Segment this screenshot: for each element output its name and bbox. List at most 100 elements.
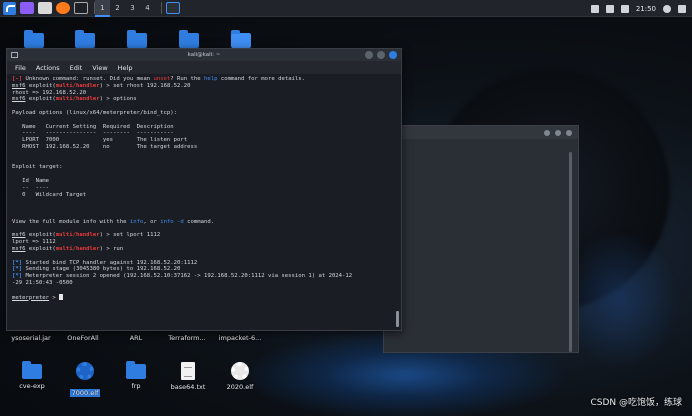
gear-icon — [231, 362, 249, 380]
workspace-4[interactable]: 4 — [140, 0, 155, 17]
info-tag: [*] — [12, 266, 23, 273]
prompt-msf: msf6 — [12, 82, 26, 89]
desktop-icon-arl[interactable]: ARL — [111, 331, 161, 342]
prompt-msf: msf6 — [12, 96, 26, 103]
desktop-icon-terraform[interactable]: Terraform... — [162, 331, 212, 342]
system-tray: 21:50 — [590, 0, 692, 17]
minimize-icon[interactable] — [544, 129, 550, 136]
firefox-icon[interactable] — [56, 2, 70, 14]
desktop-icon-base64-txt[interactable]: base64.txt — [163, 362, 213, 391]
clock[interactable]: 21:50 — [636, 5, 656, 13]
terminal-text: 0 Wildcard Target — [12, 191, 87, 198]
terminal-text: exploit( — [25, 232, 56, 239]
terminal-text: ---- --------------- -------- ----------… — [12, 130, 174, 137]
terminal-title: kali@kali: ~ — [187, 52, 221, 58]
window-controls — [365, 51, 397, 59]
desktop-icon-impacket[interactable]: impacket-6... — [215, 331, 265, 342]
desktop-icon-label: impacket-6... — [218, 334, 262, 342]
terminal-text: Started bind TCP handler against 192.168… — [22, 259, 198, 266]
prompt-module: multi/handler — [55, 82, 100, 89]
close-icon[interactable] — [566, 129, 572, 136]
terminal-launcher-icon[interactable] — [74, 2, 88, 14]
desktop-icon-folder-1[interactable] — [9, 30, 59, 48]
desktop-icon-7000-elf[interactable]: 7000.elf — [60, 362, 110, 399]
terminal-text: exploit( — [25, 96, 56, 103]
error-tag: [-] — [12, 76, 23, 82]
terminal-text: LPORT 7000 yes The listen port — [12, 137, 188, 144]
desktop-icon-label: OneForAll — [67, 334, 99, 342]
notification-icon[interactable] — [590, 4, 599, 13]
kali-menu-icon[interactable] — [3, 1, 16, 15]
terminal-text: rhost => 192.168.52.20 — [12, 89, 87, 96]
folder-icon — [126, 361, 146, 379]
locked-folder-icon — [179, 30, 199, 48]
background-window[interactable] — [383, 125, 579, 353]
text-file-icon — [181, 362, 195, 380]
terminal-text: Sending stage (3045380 bytes) to 192.168… — [22, 266, 181, 273]
terminal-window[interactable]: kali@kali: ~ File Actions Edit View Help… — [6, 48, 402, 331]
terminal-titlebar[interactable]: kali@kali: ~ — [7, 49, 401, 61]
terminal-text: exploit( — [25, 82, 56, 89]
terminal-text: Unknown command: runset. Did you mean — [22, 76, 154, 82]
show-desktop-icon[interactable] — [20, 2, 34, 14]
maximize-icon[interactable] — [377, 51, 385, 59]
terminal-text: Meterpreter session 2 opened (192.168.52… — [22, 273, 353, 280]
desktop-icon-frp[interactable]: frp — [111, 361, 161, 390]
terminal-command: options — [113, 96, 137, 103]
terminal-command: set lport 1112 — [113, 232, 161, 239]
power-icon[interactable] — [678, 4, 686, 13]
terminal-text: Payload options (linux/x64/meterpreter/b… — [12, 109, 178, 116]
folder-icon — [75, 30, 95, 48]
background-window-scrollbar[interactable] — [569, 152, 572, 352]
taskbar-terminal-window[interactable] — [166, 2, 180, 14]
desktop-icon-ysoserial[interactable]: ysoserial.jar — [6, 331, 56, 342]
info-tag: [*] — [12, 259, 23, 266]
terminal-text: Name Current Setting Required Descriptio… — [12, 123, 174, 130]
minimize-icon[interactable] — [365, 51, 373, 59]
terminal-text: unset — [153, 76, 171, 82]
terminal-scrollbar[interactable] — [396, 311, 399, 327]
desktop-icon-folder-2[interactable] — [60, 30, 110, 48]
menu-help[interactable]: Help — [118, 64, 133, 72]
volume-icon[interactable] — [620, 4, 629, 13]
close-icon[interactable] — [389, 51, 397, 59]
workspace-3[interactable]: 3 — [125, 0, 140, 17]
desktop-icon-label: 2020.elf — [226, 383, 254, 391]
desktop-icon-label: cve-exp — [19, 382, 45, 390]
terminal-text: View the full module info with the — [12, 218, 130, 225]
terminal-text: > — [49, 294, 60, 301]
workspace-2[interactable]: 2 — [110, 0, 125, 17]
terminal-text: lport => 1112 — [12, 239, 56, 246]
prompt-meterpreter: meterpreter — [12, 294, 50, 301]
terminal-output[interactable]: [-] Unknown command: runset. Did you mea… — [7, 74, 393, 330]
terminal-text: exploit( — [25, 245, 56, 252]
home-folder-icon — [231, 30, 251, 48]
desktop-icon-2020-elf[interactable]: 2020.elf — [215, 362, 265, 391]
terminal-text: help — [203, 76, 218, 82]
maximize-icon[interactable] — [555, 129, 561, 136]
text-cursor — [59, 293, 64, 300]
desktop-icon-folder-3[interactable] — [112, 30, 162, 48]
terminal-text: ? Run the — [170, 76, 204, 82]
desktop-icon-oneforall[interactable]: OneForAll — [58, 331, 108, 342]
desktop-icon-cve-exp[interactable]: cve-exp — [7, 361, 57, 390]
lock-screen-icon[interactable] — [663, 4, 671, 13]
desktop-icon-label: 7000.elf — [69, 389, 101, 397]
file-manager-icon[interactable] — [38, 2, 52, 14]
menu-edit[interactable]: Edit — [70, 64, 83, 72]
desktop-icon-folder-locked[interactable] — [164, 30, 214, 48]
terminal-text: RHOST 192.168.52.20 no The target addres… — [12, 143, 198, 150]
prompt-module: multi/handler — [55, 245, 100, 252]
desktop-icon-home[interactable] — [216, 30, 266, 48]
watermark: CSDN @吃饱饭，练球 — [590, 398, 682, 408]
menu-actions[interactable]: Actions — [36, 64, 60, 72]
prompt-msf: msf6 — [12, 232, 26, 239]
network-icon[interactable] — [605, 4, 614, 13]
menu-view[interactable]: View — [92, 64, 107, 72]
menu-file[interactable]: File — [15, 64, 26, 72]
workspace-1[interactable]: 1 — [95, 0, 110, 17]
prompt-msf: msf6 — [12, 245, 26, 252]
prompt-module: multi/handler — [55, 232, 100, 239]
terminal-command: set rhost 192.168.52.20 — [113, 82, 191, 89]
background-window-titlebar[interactable] — [384, 126, 578, 139]
